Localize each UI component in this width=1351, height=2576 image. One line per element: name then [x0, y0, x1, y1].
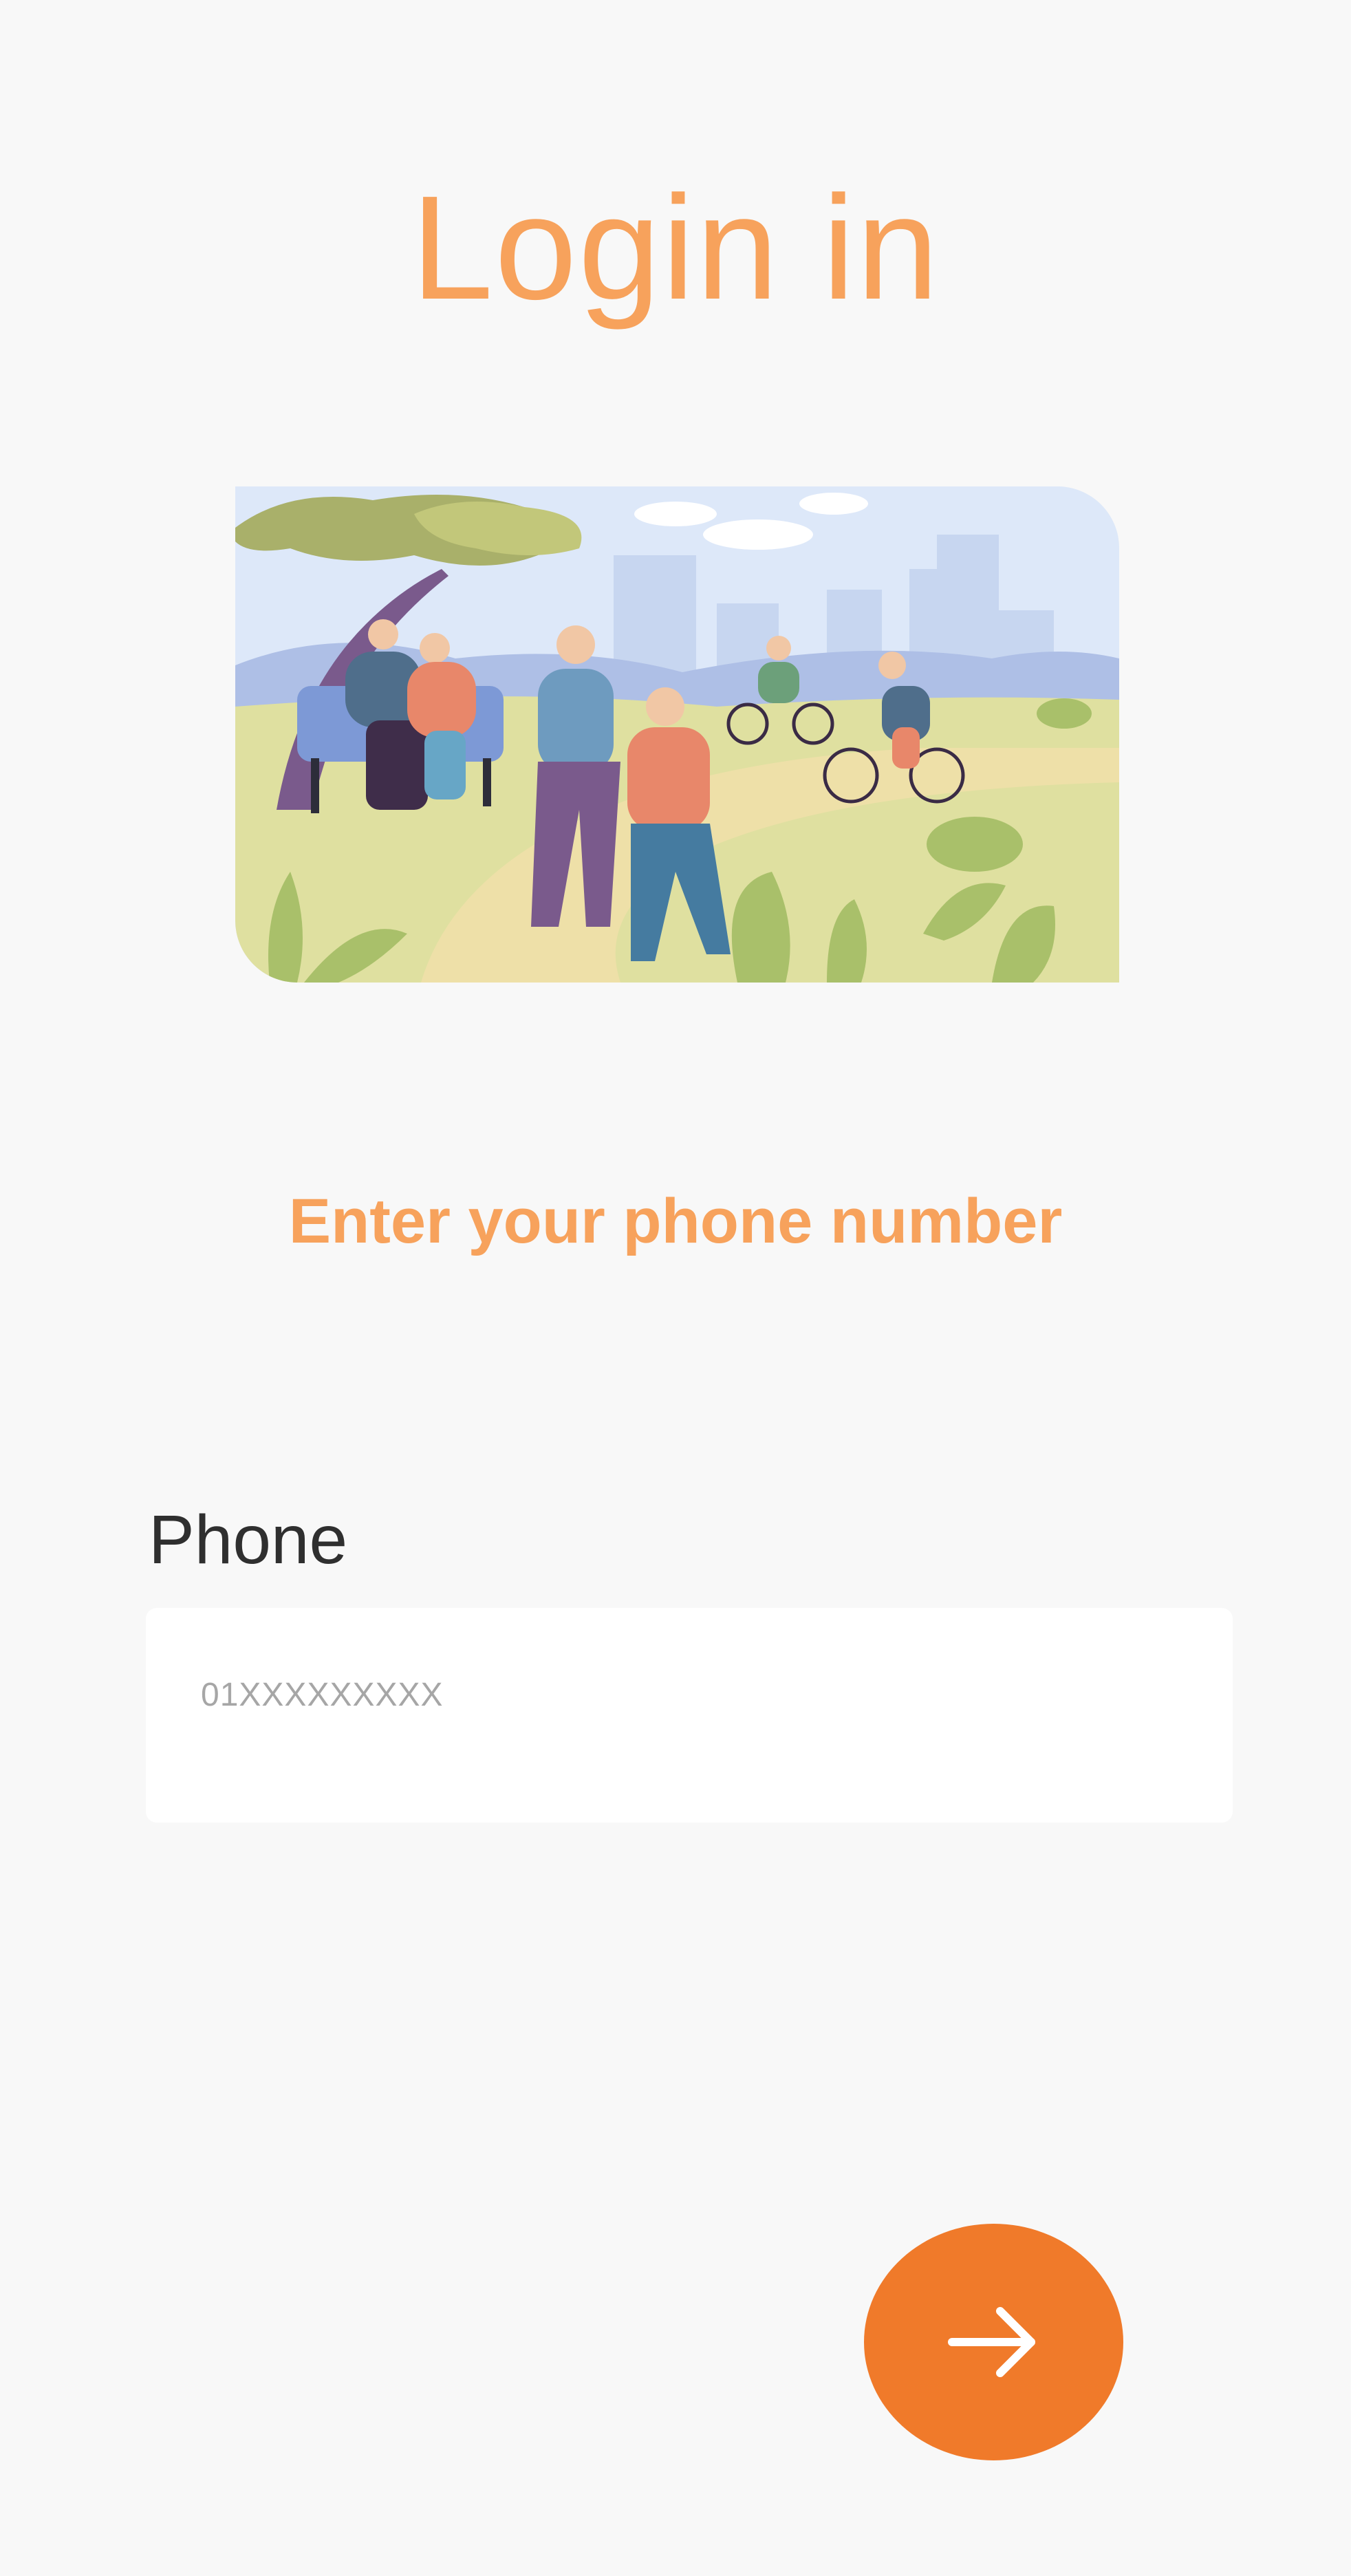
next-button[interactable]: [864, 2224, 1123, 2460]
arrow-right-icon: [948, 2307, 1035, 2377]
phone-label: Phone: [149, 1501, 348, 1578]
login-screen: Login in Enter your phone number Phone 0…: [0, 0, 1351, 2576]
hero-illustration: [235, 486, 1119, 983]
page-title: Login in: [411, 164, 940, 330]
instruction-text: Enter your phone number: [288, 1186, 1063, 1256]
phone-input[interactable]: [146, 1608, 1233, 1823]
